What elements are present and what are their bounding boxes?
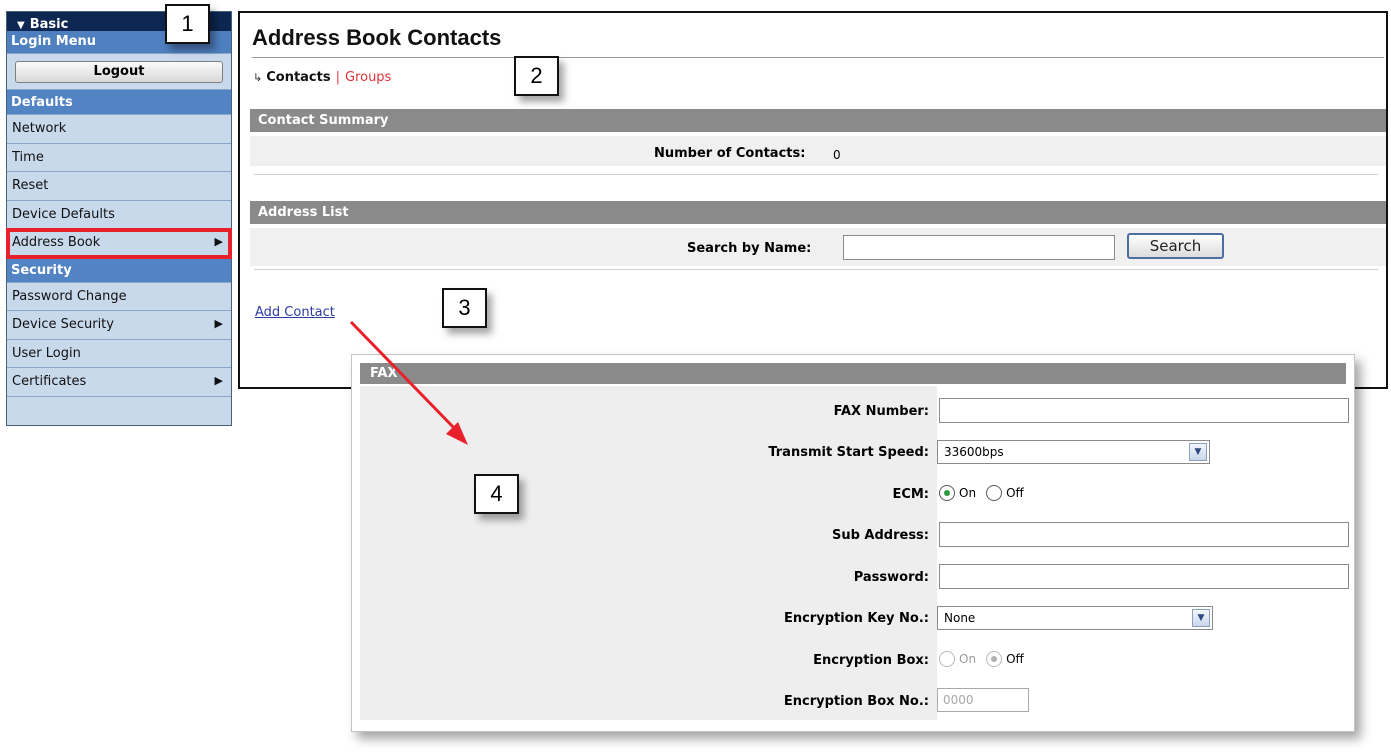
sidebar-basic-label: Basic	[29, 17, 69, 32]
transmit-speed-label: Transmit Start Speed:	[768, 445, 929, 460]
address-list-header: Address List	[250, 201, 1386, 224]
left-sidebar: ▼ Basic Login Menu Logout Defaults Networ…	[6, 11, 232, 426]
encryption-key-label: Encryption Key No.:	[783, 611, 929, 626]
ecm-label: ECM:	[892, 487, 929, 502]
logout-button[interactable]: Logout	[15, 61, 223, 83]
callout-4: 4	[474, 474, 519, 514]
sidebar-item-network[interactable]: Network	[7, 115, 231, 144]
sidebar-defaults-header: Defaults	[7, 90, 231, 115]
sidebar-item-label: Password Change	[12, 288, 127, 304]
transmit-speed-value: 33600bps	[944, 445, 1004, 459]
encryption-box-radio-group: On Off	[939, 651, 1030, 667]
divider	[254, 174, 1378, 175]
subnav-groups-link[interactable]: Groups	[345, 70, 391, 85]
callout-1: 1	[165, 4, 210, 44]
return-arrow-icon: ↳	[253, 71, 263, 84]
triangle-right-icon: ▶	[214, 235, 223, 248]
callout-2: 2	[514, 56, 559, 96]
encryption-box-off-radio[interactable]	[986, 651, 1003, 667]
sidebar-item-label: Device Defaults	[12, 206, 115, 222]
subnav: ↳ Contacts | Groups	[253, 70, 391, 85]
encryption-key-value: None	[944, 611, 976, 625]
chevron-down-icon[interactable]: ▼	[1189, 443, 1207, 461]
contact-count-label: Number of Contacts:	[654, 146, 806, 161]
ecm-radio-group: On Off	[939, 485, 1030, 501]
encryption-box-on-radio[interactable]	[939, 651, 955, 667]
sub-address-label: Sub Address:	[831, 528, 929, 543]
encryption-box-off-label: Off	[1006, 652, 1024, 666]
title-divider	[252, 57, 1384, 58]
sidebar-item-label: Address Book	[12, 235, 101, 250]
subnav-contacts[interactable]: Contacts	[266, 70, 330, 85]
fax-section-header: FAX	[360, 363, 1346, 384]
fax-value-column	[937, 386, 1346, 720]
sidebar-item-label: Reset	[12, 178, 49, 193]
sidebar-item-reset[interactable]: Reset	[7, 172, 231, 201]
ecm-off-radio[interactable]	[986, 485, 1003, 501]
transmit-speed-select[interactable]: 33600bps ▼	[937, 440, 1210, 464]
encryption-box-on-label: On	[959, 652, 977, 666]
sidebar-item-label: Network	[12, 121, 67, 136]
add-contact-link[interactable]: Add Contact	[255, 305, 335, 320]
ecm-on-label: On	[959, 486, 977, 500]
ecm-off-label: Off	[1006, 486, 1024, 500]
ecm-on-radio[interactable]	[939, 485, 955, 501]
page-title: Address Book Contacts	[252, 25, 502, 50]
sidebar-item-label: Device Security	[12, 317, 114, 332]
sidebar-item-time[interactable]: Time	[7, 143, 231, 172]
password-input[interactable]	[939, 564, 1349, 589]
encryption-key-select[interactable]: None ▼	[937, 606, 1213, 630]
sidebar-item-password-change[interactable]: Password Change	[7, 282, 231, 311]
sidebar-item-label: Time	[12, 149, 44, 165]
contact-count-value: 0	[833, 148, 841, 162]
sidebar-item-device-defaults[interactable]: Device Defaults	[7, 200, 231, 229]
search-input[interactable]	[843, 235, 1115, 260]
encryption-box-label: Encryption Box:	[813, 653, 929, 668]
search-button[interactable]: Search	[1127, 233, 1224, 259]
main-panel: Address Book Contacts ↳ Contacts | Groups C…	[238, 11, 1388, 389]
encryption-box-no-input[interactable]: 0000	[937, 688, 1029, 712]
fax-number-label: FAX Number:	[833, 404, 929, 419]
callout-3: 3	[442, 288, 487, 328]
encryption-box-no-label: Encryption Box No.:	[783, 694, 929, 709]
sidebar-item-label: User Login	[12, 345, 81, 361]
search-by-name-label: Search by Name:	[687, 241, 812, 256]
divider	[254, 269, 1378, 270]
sidebar-security-header: Security	[7, 257, 231, 283]
contact-summary-row	[250, 136, 1386, 166]
sub-address-input[interactable]	[939, 522, 1349, 547]
sidebar-item-certificates[interactable]: Certificates ▶	[7, 368, 231, 397]
logout-wrap: Logout	[7, 54, 231, 90]
triangle-down-icon: ▼	[17, 20, 25, 31]
triangle-right-icon: ▶	[214, 374, 223, 387]
sidebar-item-address-book[interactable]: Address Book ▶	[6, 228, 232, 259]
sidebar-item-label: Certificates	[12, 374, 87, 389]
sidebar-item-user-login[interactable]: User Login	[7, 339, 231, 368]
password-label: Password:	[853, 570, 929, 585]
sidebar-item-device-security[interactable]: Device Security ▶	[7, 311, 231, 340]
contact-summary-header: Contact Summary	[250, 109, 1386, 132]
fax-form-panel: FAX FAX Number: Transmit Start Speed: 33…	[351, 354, 1355, 732]
subnav-separator: |	[335, 70, 340, 85]
triangle-right-icon: ▶	[214, 317, 223, 330]
fax-number-input[interactable]	[939, 398, 1349, 423]
chevron-down-icon[interactable]: ▼	[1192, 609, 1210, 627]
